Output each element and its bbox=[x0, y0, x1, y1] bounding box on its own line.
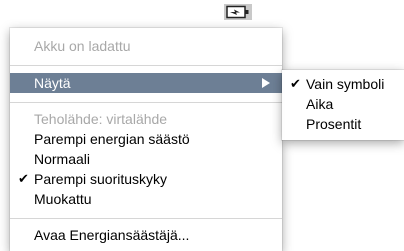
battery-menubar-icon[interactable] bbox=[224, 4, 252, 20]
battery-menu: Akku on ladattu Näytä Teholähde: virtalä… bbox=[10, 28, 282, 251]
menu-separator bbox=[10, 102, 282, 103]
menu-item-label: Parempi suorituskyky bbox=[34, 171, 168, 187]
checkmark-icon: ✔ bbox=[18, 171, 29, 186]
submenu-item-label: Aika bbox=[306, 96, 334, 112]
show-submenu: ✔ Vain symboli Aika Prosentit bbox=[282, 70, 404, 140]
submenu-item-time[interactable]: Aika bbox=[282, 94, 404, 114]
submenu-item-percent[interactable]: Prosentit bbox=[282, 114, 404, 134]
menu-item-label: Normaali bbox=[34, 151, 91, 167]
power-source-item: Teholähde: virtalähde bbox=[10, 109, 282, 129]
submenu-item-label: Vain symboli bbox=[306, 76, 385, 92]
screen: Akku on ladattu Näytä Teholähde: virtalä… bbox=[0, 0, 404, 251]
submenu-arrow-icon bbox=[262, 78, 270, 88]
menu-item-label: Parempi energian säästö bbox=[34, 131, 190, 147]
battery-status-label: Akku on ladattu bbox=[34, 38, 131, 54]
menu-item-better-performance[interactable]: ✔ Parempi suorituskyky bbox=[10, 169, 282, 189]
submenu-item-symbol-only[interactable]: ✔ Vain symboli bbox=[282, 74, 404, 94]
menu-item-custom[interactable]: Muokattu bbox=[10, 189, 282, 209]
menu-item-label: Muokattu bbox=[34, 191, 92, 207]
menu-item-normal[interactable]: Normaali bbox=[10, 149, 282, 169]
menu-separator bbox=[10, 65, 282, 66]
battery-charging-icon bbox=[226, 5, 249, 19]
menu-item-show[interactable]: Näytä bbox=[10, 73, 282, 93]
submenu-item-label: Prosentit bbox=[306, 116, 362, 132]
menu-item-show-label: Näytä bbox=[34, 75, 71, 91]
checkmark-icon: ✔ bbox=[290, 76, 301, 91]
power-source-label: Teholähde: virtalähde bbox=[34, 111, 168, 127]
menu-separator bbox=[10, 218, 282, 219]
menu-item-label: Avaa Energiansäästäjä... bbox=[34, 227, 190, 243]
battery-status-item: Akku on ladattu bbox=[10, 36, 282, 56]
menu-item-better-energy-saving[interactable]: Parempi energian säästö bbox=[10, 129, 282, 149]
menu-item-open-energy-saver[interactable]: Avaa Energiansäästäjä... bbox=[10, 225, 282, 245]
